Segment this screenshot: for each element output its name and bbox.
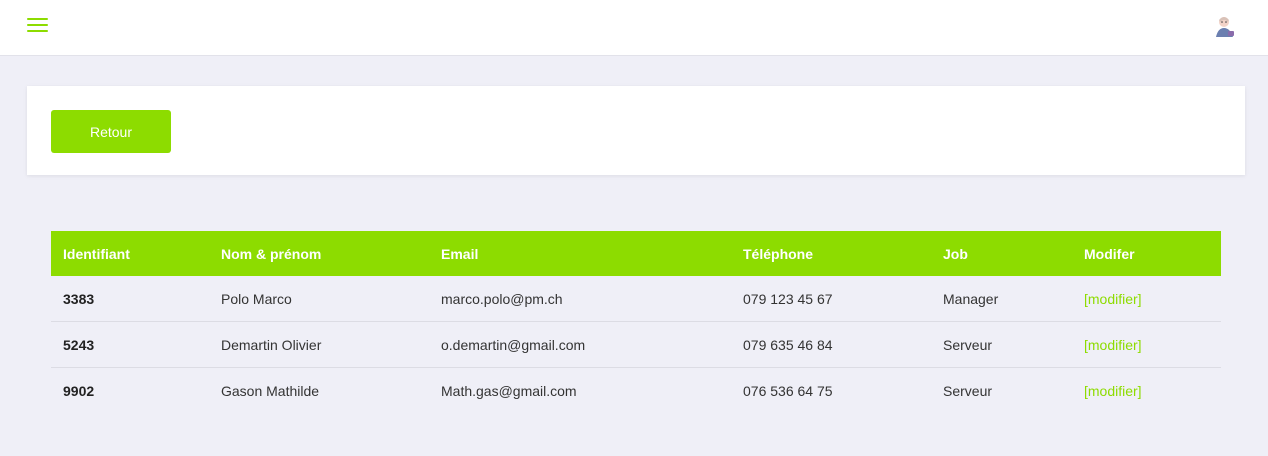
header-job: Job xyxy=(943,245,968,262)
row-phone: 076 536 64 75 xyxy=(743,383,833,399)
row-job: Manager xyxy=(943,290,999,307)
employees-table: Identifiant Nom & prénom Email Téléphone… xyxy=(51,231,1221,414)
row-phone: 079 635 46 84 xyxy=(743,336,833,353)
table-row: 5243 Demartin Olivier o.demartin@gmail.c… xyxy=(51,322,1221,368)
edit-link[interactable]: [modifier] xyxy=(1084,291,1142,307)
row-phone: 079 123 45 67 xyxy=(743,290,833,307)
actions-card: Retour xyxy=(27,86,1245,175)
header-telephone: Téléphone xyxy=(743,245,814,262)
table-row: 3383 Polo Marco marco.polo@pm.ch 079 123… xyxy=(51,276,1221,322)
row-job: Serveur xyxy=(943,383,993,399)
table-header: Identifiant Nom & prénom Email Téléphone… xyxy=(51,231,1221,276)
row-name: Gason Mathilde xyxy=(221,383,320,399)
row-id: 3383 xyxy=(63,290,95,307)
top-bar xyxy=(0,0,1268,56)
back-button[interactable]: Retour xyxy=(51,110,171,153)
edit-link[interactable]: [modifier] xyxy=(1084,337,1142,353)
header-identifiant: Identifiant xyxy=(63,245,130,262)
header-email: Email xyxy=(441,245,479,262)
user-avatar-icon[interactable] xyxy=(1213,14,1237,38)
row-email: marco.polo@pm.ch xyxy=(441,290,563,307)
header-modifier: Modifer xyxy=(1084,245,1135,262)
row-id: 5243 xyxy=(63,336,95,353)
edit-link[interactable]: [modifier] xyxy=(1084,383,1142,399)
row-job: Serveur xyxy=(943,336,993,353)
row-name: Demartin Olivier xyxy=(221,336,322,353)
row-email: Math.gas@gmail.com xyxy=(441,383,577,399)
row-email: o.demartin@gmail.com xyxy=(441,336,586,353)
hamburger-menu-icon[interactable] xyxy=(27,16,49,34)
header-nom-prenom: Nom & prénom xyxy=(221,245,322,262)
table-row: 9902 Gason Mathilde Math.gas@gmail.com 0… xyxy=(51,368,1221,414)
row-name: Polo Marco xyxy=(221,290,292,307)
row-id: 9902 xyxy=(63,383,95,399)
